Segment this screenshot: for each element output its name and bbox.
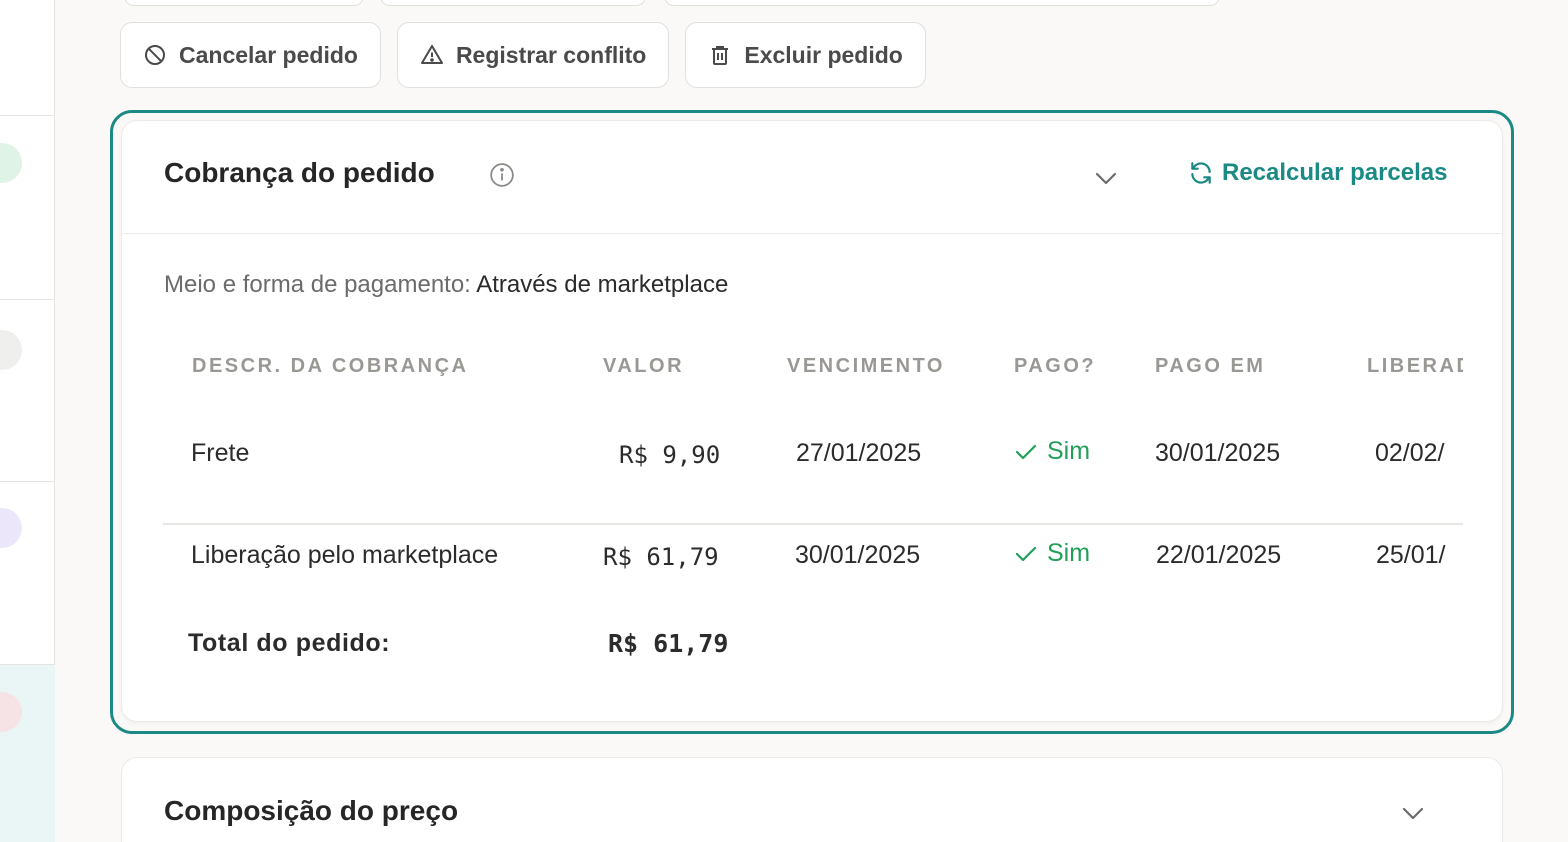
paid-status-label: Sim bbox=[1047, 539, 1091, 567]
row-vencimento: 30/01/2025 bbox=[795, 541, 921, 569]
col-header-vencimento[interactable]: VENCIMENTO bbox=[787, 355, 945, 378]
cancel-order-button[interactable]: Cancelar pedido bbox=[120, 22, 381, 88]
chevron-down-icon[interactable] bbox=[1092, 167, 1120, 189]
register-conflict-button[interactable]: Registrar conflito bbox=[396, 22, 670, 88]
order-actions: Cancelar pedido Registrar conflito Exclu… bbox=[120, 22, 926, 88]
billing-card-header[interactable]: Cobrança do pedido Recalcular parcelas bbox=[122, 121, 1502, 234]
action-button[interactable] bbox=[664, 0, 1220, 6]
row-descr: Liberação pelo marketplace bbox=[191, 541, 499, 569]
row-pago-em: 30/01/2025 bbox=[1155, 439, 1281, 467]
chevron-down-icon[interactable] bbox=[1399, 802, 1427, 824]
register-conflict-label: Registrar conflito bbox=[455, 41, 647, 68]
row-descr: Frete bbox=[191, 439, 250, 467]
status-badge bbox=[0, 143, 22, 183]
page: Cancelar pedido Registrar conflito Exclu… bbox=[0, 0, 1568, 842]
payment-method-label: Meio e forma de pagamento: bbox=[164, 271, 471, 298]
list-divider bbox=[0, 115, 55, 116]
row-liberado: 02/02/ bbox=[1375, 439, 1445, 467]
trash-icon bbox=[712, 46, 729, 65]
list-divider bbox=[0, 299, 55, 300]
order-total-value: R$ 61,79 bbox=[608, 629, 729, 658]
row-vencimento: 27/01/2025 bbox=[796, 439, 922, 467]
delete-order-button[interactable]: Excluir pedido bbox=[685, 22, 926, 88]
paid-status-label: Sim bbox=[1047, 437, 1091, 465]
cancel-order-label: Cancelar pedido bbox=[179, 41, 358, 68]
selected-list-item[interactable] bbox=[0, 665, 55, 842]
billing-card: Cobrança do pedido Recalcular parcelas M… bbox=[121, 120, 1503, 722]
row-pago-em: 22/01/2025 bbox=[1156, 541, 1282, 569]
recalculate-label: Recalcular parcelas bbox=[1222, 159, 1448, 186]
warning-icon bbox=[420, 45, 443, 64]
paid-status: Sim bbox=[1015, 539, 1090, 568]
refresh-icon bbox=[1191, 162, 1211, 184]
ban-icon bbox=[145, 45, 165, 65]
price-composition-card[interactable]: Composição do preço bbox=[121, 757, 1503, 842]
row-divider bbox=[163, 523, 1463, 525]
col-header-descr[interactable]: DESCR. DA COBRANÇA bbox=[192, 355, 468, 378]
order-list-sidebar bbox=[0, 0, 55, 842]
recalculate-installments-button[interactable]: Recalcular parcelas bbox=[1188, 159, 1447, 187]
payment-method-value: Através de marketplace bbox=[476, 271, 729, 298]
col-header-pago[interactable]: PAGO? bbox=[1014, 355, 1096, 378]
check-icon bbox=[1015, 444, 1037, 459]
price-composition-title: Composição do preço bbox=[164, 795, 459, 826]
list-divider bbox=[0, 481, 55, 482]
row-valor: R$ 61,79 bbox=[603, 543, 719, 571]
action-button[interactable] bbox=[124, 0, 364, 6]
delete-order-label: Excluir pedido bbox=[744, 41, 903, 68]
check-icon bbox=[1015, 546, 1037, 561]
status-badge bbox=[0, 508, 22, 548]
col-header-pago-em[interactable]: PAGO EM bbox=[1155, 355, 1265, 378]
payment-method: Meio e forma de pagamento: Através de ma… bbox=[164, 271, 728, 299]
billing-table: DESCR. DA COBRANÇA VALOR VENCIMENTO PAGO… bbox=[163, 341, 1463, 611]
row-liberado: 25/01/ bbox=[1376, 541, 1446, 569]
col-header-valor[interactable]: VALOR bbox=[603, 355, 684, 378]
paid-status: Sim bbox=[1015, 437, 1090, 466]
status-badge bbox=[0, 330, 22, 370]
action-button[interactable] bbox=[380, 0, 646, 6]
col-header-liberado[interactable]: LIBERAD bbox=[1367, 355, 1463, 378]
row-valor: R$ 9,90 bbox=[619, 441, 721, 469]
billing-title: Cobrança do pedido bbox=[164, 157, 435, 188]
info-icon[interactable] bbox=[489, 162, 515, 188]
order-total-label: Total do pedido: bbox=[188, 629, 391, 657]
